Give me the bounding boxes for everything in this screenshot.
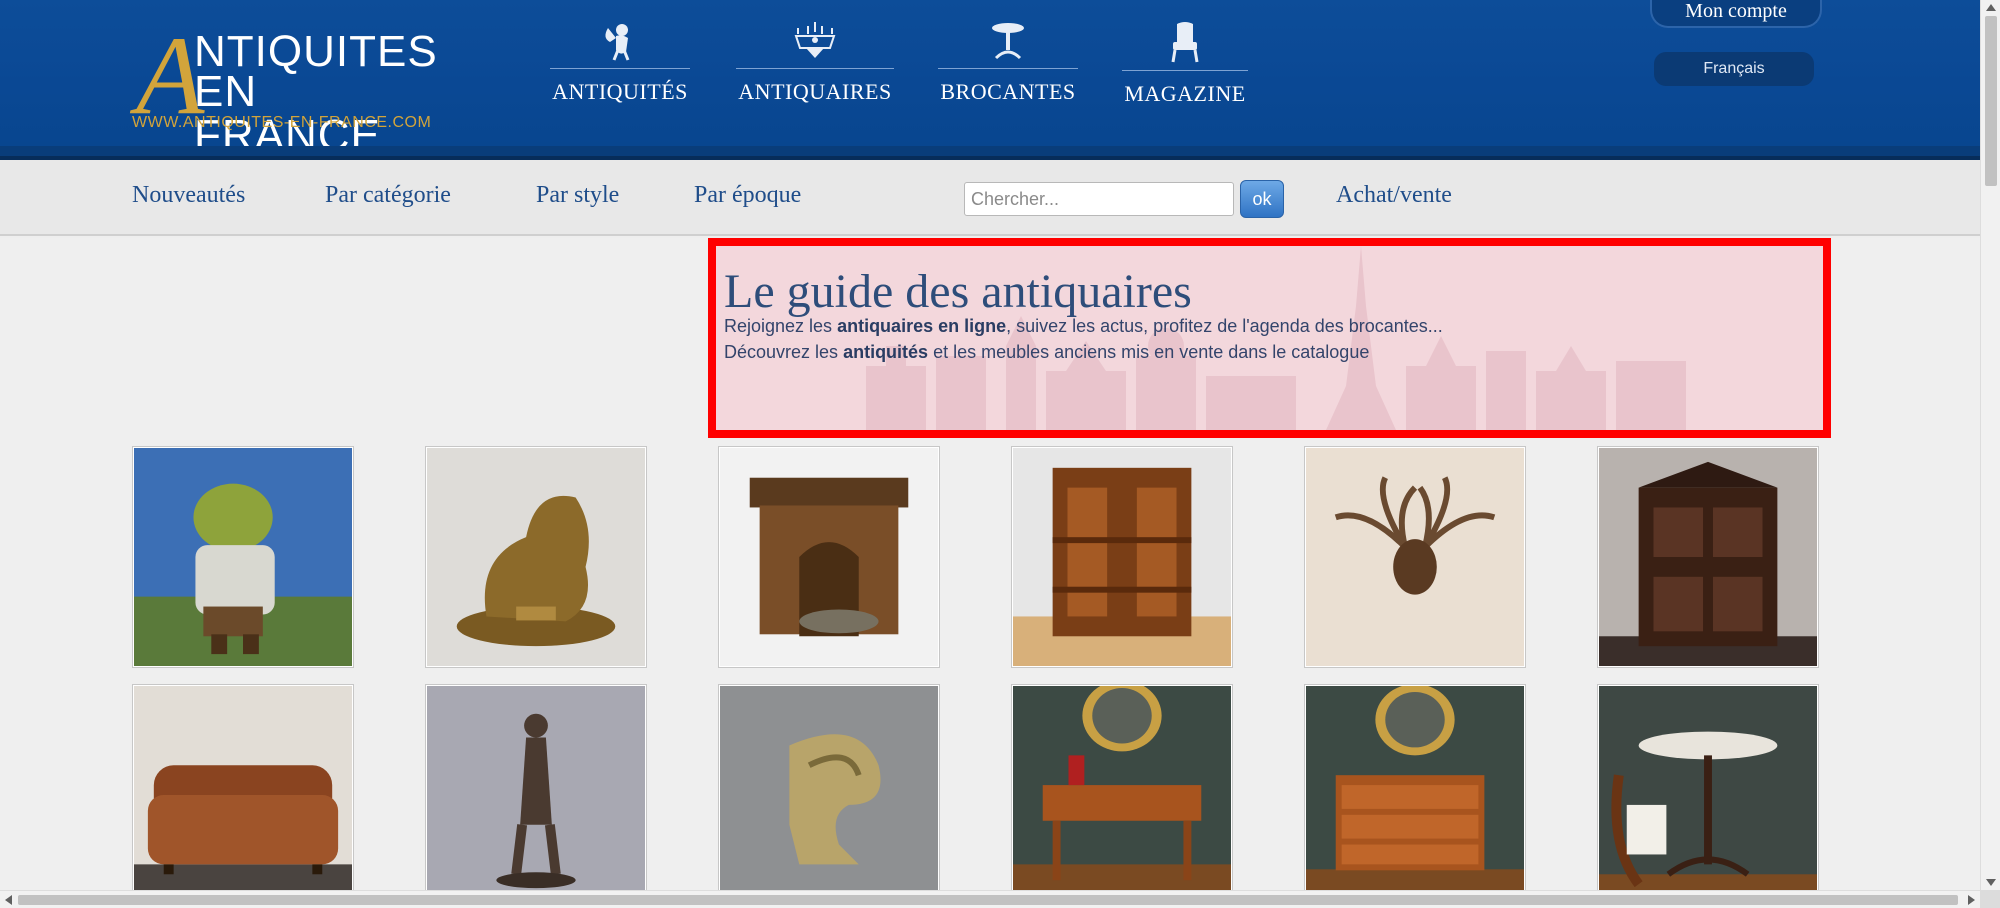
search-ok-button[interactable]: ok <box>1240 180 1284 218</box>
vertical-scroll-thumb[interactable] <box>1985 16 1997 186</box>
main-content: Le guide des antiquaires Rejoignez les a… <box>0 238 1980 906</box>
guide-line-1: Rejoignez les antiquaires en ligne, suiv… <box>724 316 1443 337</box>
logo-url: WWW.ANTIQUITES-EN-FRANCE.COM <box>132 114 432 131</box>
guide-banner: Le guide des antiquaires Rejoignez les a… <box>708 238 1831 438</box>
product-thumbnail[interactable] <box>1011 684 1233 906</box>
scroll-right-icon[interactable] <box>1968 895 1975 905</box>
nav-rule <box>550 68 690 69</box>
nav-magazine[interactable]: MAGAZINE <box>1122 20 1248 110</box>
site-logo[interactable]: A NTIQUITES EN FRANCE WWW.ANTIQUITES-EN-… <box>130 20 440 158</box>
site-header: A NTIQUITES EN FRANCE WWW.ANTIQUITES-EN-… <box>0 0 1980 158</box>
sub-nav: Nouveautés Par catégorie Par style Par é… <box>0 160 1980 236</box>
product-image-chest-of-drawers <box>1306 685 1524 904</box>
product-thumbnail[interactable] <box>132 684 354 906</box>
product-thumbnail[interactable] <box>1304 446 1526 668</box>
link-antiquites[interactable]: antiquités <box>843 342 928 362</box>
product-image-carved-box <box>720 448 938 666</box>
armchair-icon <box>1171 22 1199 63</box>
search-input[interactable] <box>964 182 1234 216</box>
text-segment: Découvrez les <box>724 342 844 362</box>
product-image-revolving-bookcase <box>1013 448 1231 666</box>
product-thumbnail[interactable] <box>425 446 647 668</box>
nav-label: BROCANTES <box>940 79 1076 104</box>
chandelier-icon <box>794 22 836 58</box>
product-image-brass-ornament <box>720 686 938 904</box>
horizontal-scrollbar[interactable] <box>0 890 1980 908</box>
pedestal-table-icon <box>992 23 1024 60</box>
subnav-par-style[interactable]: Par style <box>536 182 619 209</box>
product-thumbnail[interactable] <box>425 684 647 906</box>
account-button[interactable]: Mon compte <box>1650 0 1822 28</box>
header-band <box>0 146 1980 160</box>
nav-antiquaires[interactable]: ANTIQUAIRES <box>736 20 894 110</box>
product-image-writing-desk <box>1013 685 1231 904</box>
product-image-carved-cabinet <box>1599 448 1817 666</box>
product-image-leather-sofa <box>134 686 352 904</box>
subnav-nouveautes[interactable]: Nouveautés <box>132 182 245 209</box>
scroll-left-icon[interactable] <box>5 895 12 905</box>
product-thumbnail[interactable] <box>1011 446 1233 668</box>
product-thumbnail[interactable] <box>1304 684 1526 906</box>
product-image-bronze-figure <box>427 686 645 904</box>
nav-rule <box>1122 70 1248 71</box>
product-thumbnail[interactable] <box>1597 684 1819 906</box>
text-segment: , suivez les actus, profitez de l'agenda… <box>1006 316 1443 336</box>
text-segment: et les meubles anciens mis en vente dans… <box>928 342 1370 362</box>
subnav-par-categorie[interactable]: Par catégorie <box>325 182 451 209</box>
guide-line-2: Découvrez les antiquités et les meubles … <box>724 342 1369 363</box>
product-thumbnail[interactable] <box>718 446 940 668</box>
vertical-scrollbar[interactable] <box>1980 0 2000 890</box>
subnav-par-epoque[interactable]: Par époque <box>694 182 801 209</box>
product-thumbnail[interactable] <box>718 684 940 906</box>
horizontal-scroll-thumb[interactable] <box>18 895 1958 905</box>
scrollbar-corner <box>1980 890 2000 908</box>
nav-rule <box>736 68 894 69</box>
link-antiquaires-en-ligne[interactable]: antiquaires en ligne <box>837 316 1006 336</box>
product-image-ogre-statue <box>134 448 352 666</box>
nav-label: MAGAZINE <box>1124 81 1246 106</box>
nav-rule <box>938 68 1078 69</box>
product-image-bronze-sculpture <box>427 448 645 666</box>
nav-antiquites[interactable]: ANTIQUITÉS <box>550 20 690 110</box>
cherub-icon <box>605 24 630 61</box>
product-image-deer-antlers <box>1306 448 1524 666</box>
product-thumbnail[interactable] <box>1597 446 1819 668</box>
product-image-round-table <box>1599 686 1817 904</box>
nav-label: ANTIQUITÉS <box>552 79 688 104</box>
text-segment: Rejoignez les <box>724 316 838 336</box>
scroll-up-icon[interactable] <box>1986 4 1996 11</box>
subnav-achat-vente[interactable]: Achat/vente <box>1336 182 1452 209</box>
language-button[interactable]: Français <box>1654 52 1814 86</box>
guide-title: Le guide des antiquaires <box>724 265 1192 318</box>
product-thumbnail[interactable] <box>132 446 354 668</box>
nav-label: ANTIQUAIRES <box>738 79 892 104</box>
nav-brocantes[interactable]: BROCANTES <box>938 20 1078 110</box>
scroll-down-icon[interactable] <box>1986 879 1996 886</box>
